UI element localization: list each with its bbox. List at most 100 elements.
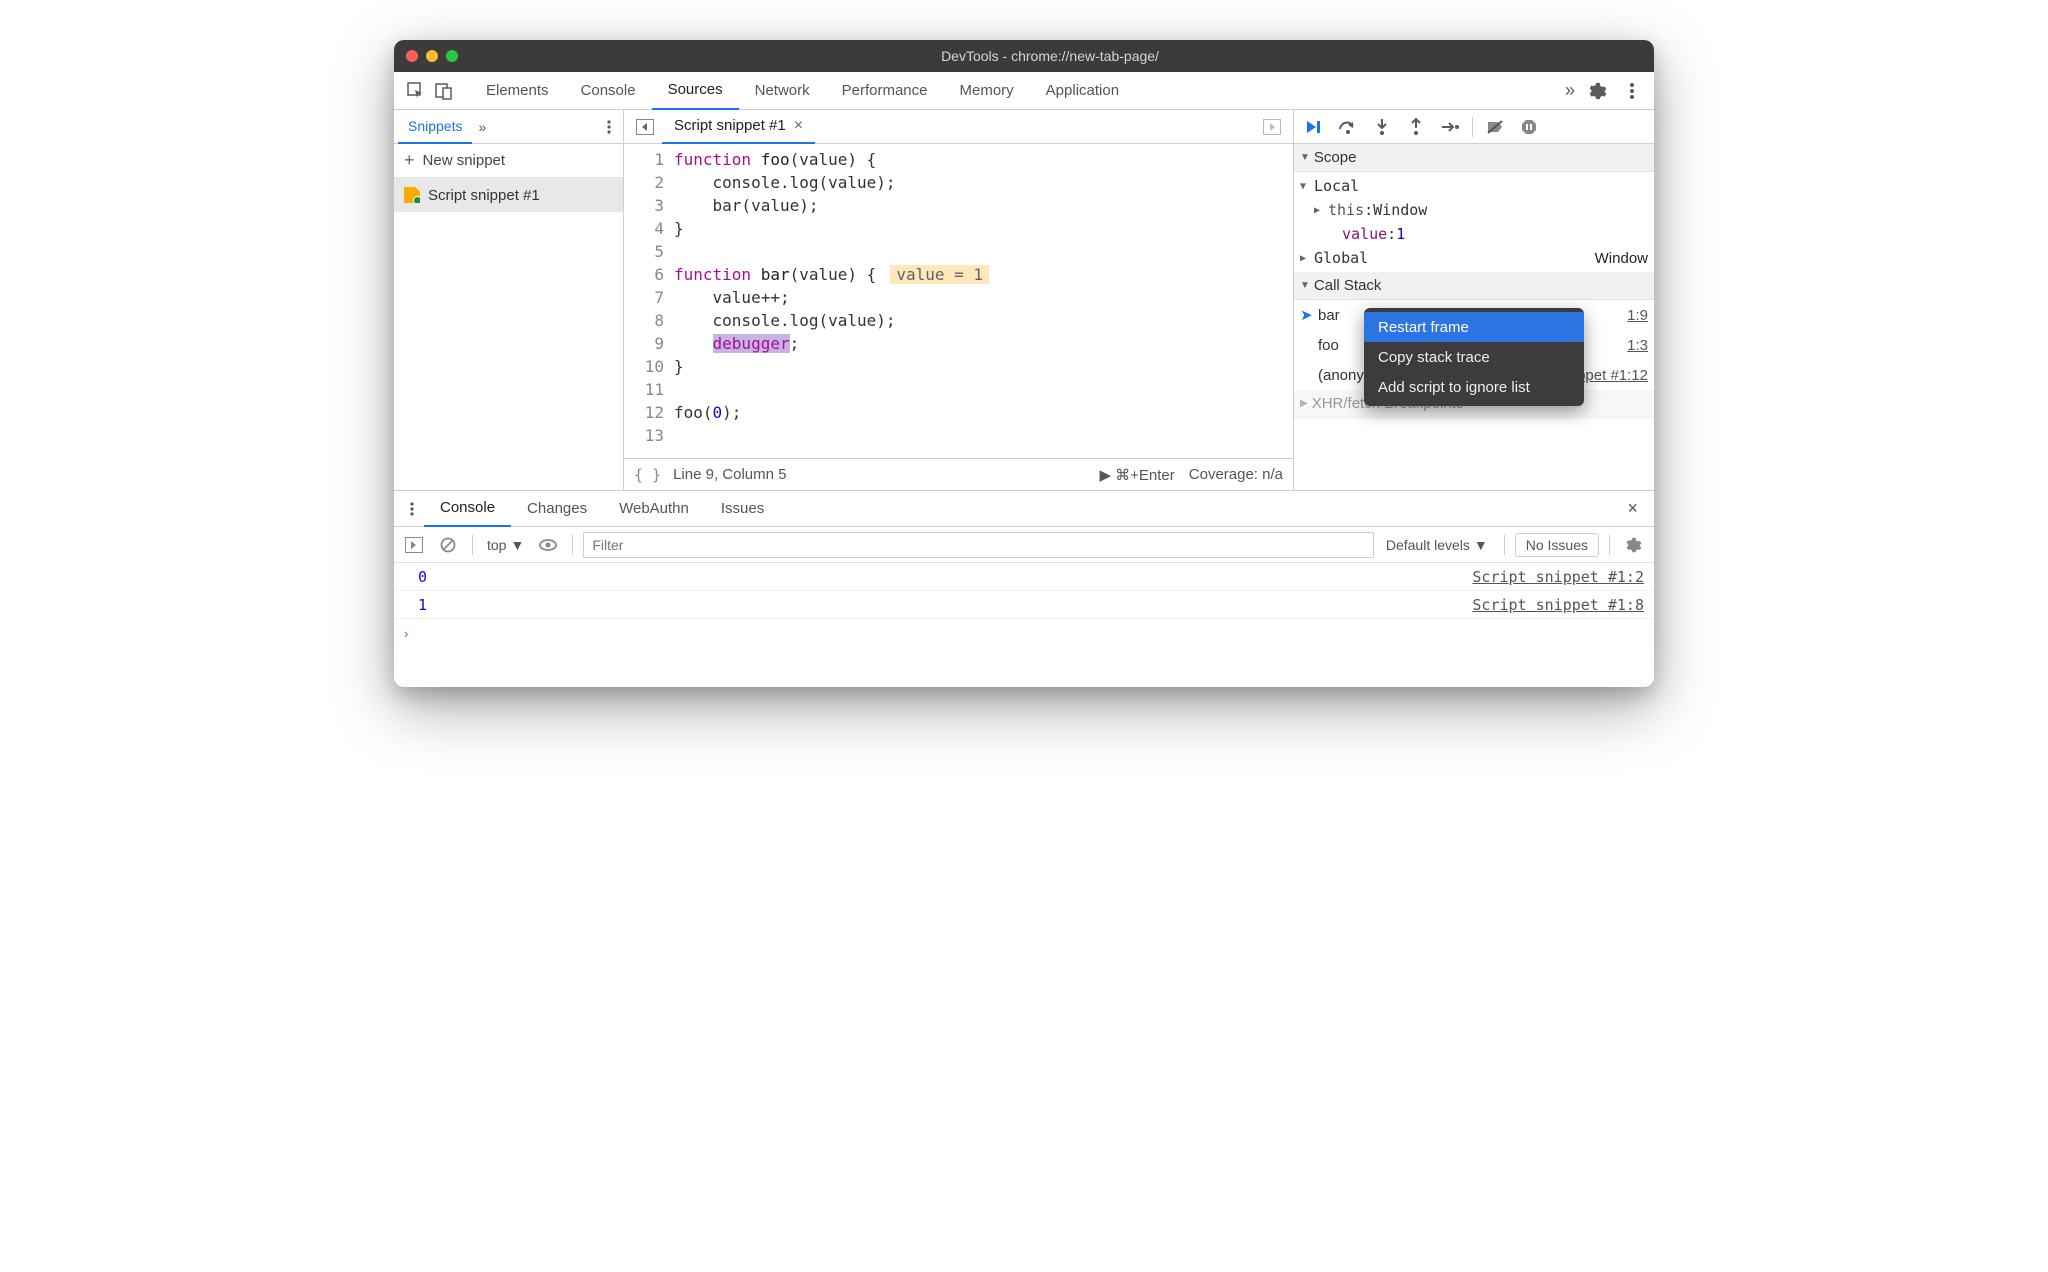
close-window-button[interactable]	[406, 50, 418, 62]
editor-tab[interactable]: Script snippet #1 ×	[662, 110, 815, 144]
code-editor[interactable]: 12345678910111213 function foo(value) { …	[624, 144, 1293, 458]
context-menu-ignore-list[interactable]: Add script to ignore list	[1364, 372, 1584, 402]
new-snippet-button[interactable]: + New snippet	[394, 144, 623, 178]
devtools-window: DevTools - chrome://new-tab-page/ Elemen…	[394, 40, 1654, 687]
scope-value: value: 1	[1294, 222, 1654, 246]
code-line: value++;	[674, 286, 1293, 309]
sources-panes: Snippets » + New snippet Script snippet …	[394, 110, 1654, 490]
code-line	[674, 240, 1293, 263]
step-out-icon[interactable]	[1400, 113, 1432, 141]
coverage-status: Coverage: n/a	[1189, 466, 1283, 483]
minimize-window-button[interactable]	[426, 50, 438, 62]
tab-network[interactable]: Network	[739, 72, 826, 110]
scope-section-header[interactable]: ▼ Scope	[1294, 144, 1654, 172]
code-line: }	[674, 217, 1293, 240]
cursor-position: Line 9, Column 5	[673, 466, 1099, 483]
settings-icon[interactable]	[1584, 77, 1612, 105]
code-line: function foo(value) {	[674, 148, 1293, 171]
drawer-tab-issues[interactable]: Issues	[705, 491, 780, 527]
code-line: bar(value);	[674, 194, 1293, 217]
drawer-tab-webauthn[interactable]: WebAuthn	[603, 491, 705, 527]
tab-performance[interactable]: Performance	[826, 72, 944, 110]
new-snippet-label: New snippet	[423, 152, 506, 169]
clear-console-icon[interactable]	[434, 531, 462, 559]
editor-tab-label: Script snippet #1	[674, 117, 786, 134]
close-drawer-icon[interactable]: ×	[1617, 498, 1648, 519]
drawer-tab-changes[interactable]: Changes	[511, 491, 603, 527]
code-line	[674, 424, 1293, 447]
navigator-more-icon[interactable]: »	[478, 119, 486, 135]
device-toggle-icon[interactable]	[430, 77, 458, 105]
inline-value: value = 1	[890, 265, 989, 284]
step-over-icon[interactable]	[1332, 113, 1364, 141]
code-line: console.log(value);	[674, 171, 1293, 194]
more-tabs-icon[interactable]: »	[1556, 77, 1584, 105]
code-line: }	[674, 355, 1293, 378]
chevron-right-icon: ▶	[1300, 398, 1308, 409]
console-log-row: 0Script snippet #1:2	[394, 563, 1654, 591]
editor-pane: Script snippet #1 × 12345678910111213 fu…	[624, 110, 1294, 490]
chevron-down-icon: ▼	[1474, 537, 1488, 553]
code-line: debugger;	[674, 332, 1293, 355]
log-levels-selector[interactable]: Default levels ▼	[1380, 537, 1494, 553]
console-log-row: 1Script snippet #1:8	[394, 591, 1654, 619]
main-toolbar: ElementsConsoleSourcesNetworkPerformance…	[394, 72, 1654, 110]
tab-memory[interactable]: Memory	[944, 72, 1030, 110]
console-filter-input[interactable]	[583, 532, 1374, 558]
no-issues-button[interactable]: No Issues	[1515, 533, 1599, 557]
callstack-section-header[interactable]: ▼ Call Stack	[1294, 272, 1654, 300]
show-navigator-icon[interactable]	[628, 119, 662, 135]
pretty-print-icon[interactable]: { }	[634, 466, 661, 484]
log-source-link[interactable]: Script snippet #1:8	[1472, 596, 1644, 614]
context-menu-restart-frame[interactable]: Restart frame	[1364, 312, 1584, 342]
tab-application[interactable]: Application	[1030, 72, 1135, 110]
navigator-menu-icon[interactable]	[599, 120, 619, 134]
window-title: DevTools - chrome://new-tab-page/	[458, 48, 1642, 64]
console-settings-icon[interactable]	[1620, 531, 1648, 559]
inspect-icon[interactable]	[402, 77, 430, 105]
resume-icon[interactable]	[1298, 113, 1330, 141]
tab-sources[interactable]: Sources	[652, 72, 739, 110]
console-sidebar-icon[interactable]	[400, 531, 428, 559]
debug-toolbar	[1294, 110, 1654, 144]
run-snippet-button[interactable]: ▶ ⌘+Enter	[1099, 466, 1174, 484]
scope-local[interactable]: ▼ Local	[1294, 174, 1654, 198]
pause-exceptions-icon[interactable]	[1513, 113, 1545, 141]
drawer-tabs: ConsoleChangesWebAuthnIssues ×	[394, 491, 1654, 527]
navigator-pane: Snippets » + New snippet Script snippet …	[394, 110, 624, 490]
context-selector[interactable]: top ▼	[483, 537, 528, 553]
scope-global[interactable]: ▶ Global Window	[1294, 246, 1654, 270]
step-icon[interactable]	[1434, 113, 1466, 141]
code-line: foo(0);	[674, 401, 1293, 424]
tab-console[interactable]: Console	[565, 72, 652, 110]
drawer-tab-console[interactable]: Console	[424, 491, 511, 527]
drawer-menu-icon[interactable]	[400, 502, 424, 516]
snippet-item[interactable]: Script snippet #1	[394, 178, 623, 212]
log-source-link[interactable]: Script snippet #1:2	[1472, 568, 1644, 586]
code-line: function bar(value) {value = 1	[674, 263, 1293, 286]
console-prompt[interactable]: ›	[394, 619, 1654, 647]
titlebar: DevTools - chrome://new-tab-page/	[394, 40, 1654, 72]
chevron-down-icon: ▼	[1300, 152, 1310, 163]
context-menu-copy-stack[interactable]: Copy stack trace	[1364, 342, 1584, 372]
scope-this[interactable]: ▶ this: Window	[1294, 198, 1654, 222]
deactivate-breakpoints-icon[interactable]	[1479, 113, 1511, 141]
debugger-pane: ▼ Scope ▼ Local ▶ this: Window value: 1	[1294, 110, 1654, 490]
zoom-window-button[interactable]	[446, 50, 458, 62]
drawer: ConsoleChangesWebAuthnIssues × top ▼ Def…	[394, 490, 1654, 687]
editor-status-bar: { } Line 9, Column 5 ▶ ⌘+Enter Coverage:…	[624, 458, 1293, 490]
snippet-item-label: Script snippet #1	[428, 187, 540, 204]
step-into-icon[interactable]	[1366, 113, 1398, 141]
snippet-file-icon	[404, 187, 420, 203]
live-expression-icon[interactable]	[534, 531, 562, 559]
tab-elements[interactable]: Elements	[470, 72, 565, 110]
snippets-tab[interactable]: Snippets	[398, 110, 472, 144]
chevron-down-icon: ▼	[1300, 280, 1310, 291]
console-toolbar: top ▼ Default levels ▼ No Issues	[394, 527, 1654, 563]
main-tabs: ElementsConsoleSourcesNetworkPerformance…	[470, 72, 1556, 110]
context-menu: Restart frame Copy stack trace Add scrip…	[1364, 308, 1584, 406]
chevron-down-icon: ▼	[510, 537, 524, 553]
show-debugger-icon[interactable]	[1255, 119, 1289, 135]
kebab-menu-icon[interactable]	[1618, 77, 1646, 105]
close-tab-icon[interactable]: ×	[794, 117, 803, 135]
